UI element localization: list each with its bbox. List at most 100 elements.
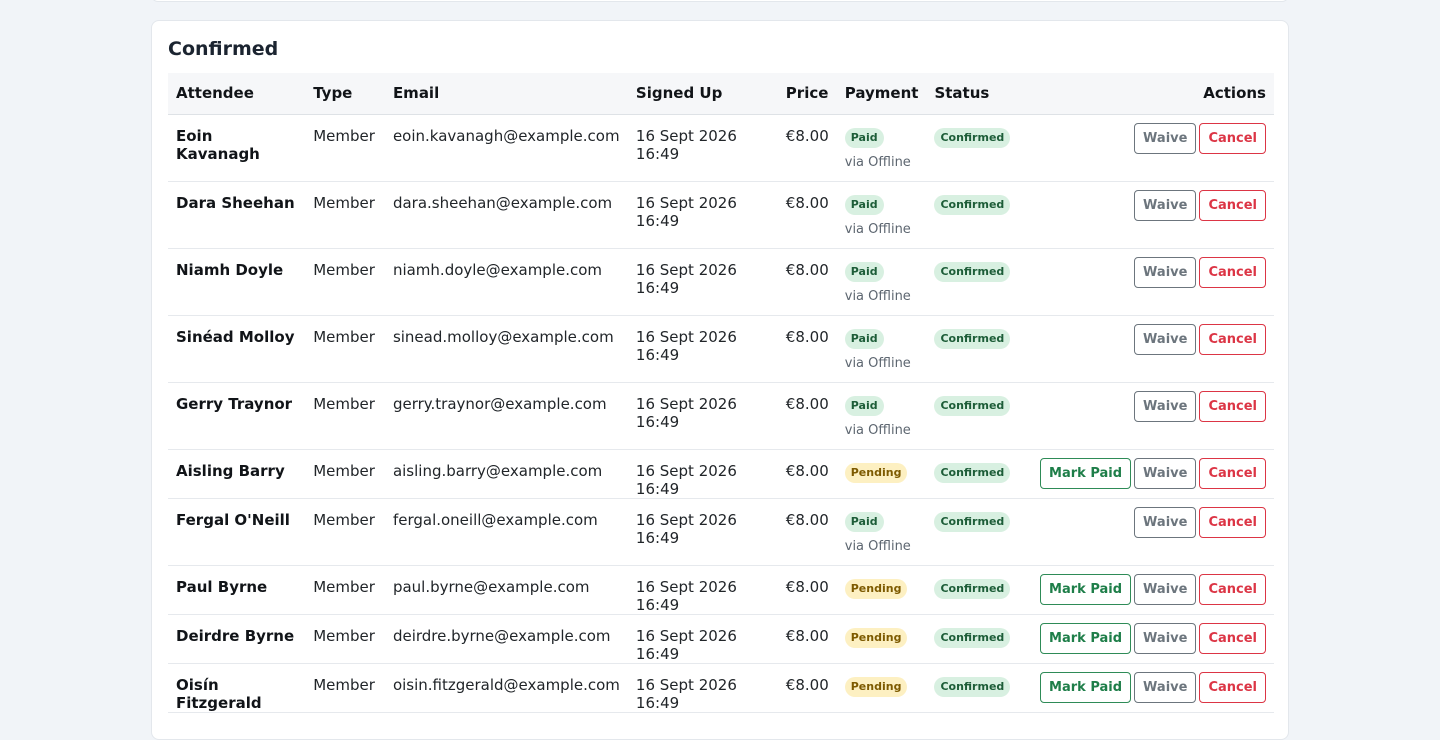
actions-cell: Waive Cancel xyxy=(1029,382,1274,450)
attendee-email: aisling.barry@example.com xyxy=(384,449,628,499)
cancel-button[interactable]: Cancel xyxy=(1199,457,1266,489)
waive-button[interactable]: Waive xyxy=(1134,457,1197,489)
price: €8.00 xyxy=(777,114,837,182)
payment-badge: Pending xyxy=(844,578,908,599)
payment-cell: Pending xyxy=(836,614,927,664)
cancel-button[interactable]: Cancel xyxy=(1199,506,1266,538)
payment-cell: Pending xyxy=(836,663,927,713)
attendee-name: Sinéad Molloy xyxy=(168,315,306,383)
table-row: Oisín Fitzgerald Member oisin.fitzgerald@e… xyxy=(168,663,1274,713)
status-badge: Confirmed xyxy=(934,261,1011,282)
payment-method: via Offline xyxy=(844,154,911,170)
status-badge: Confirmed xyxy=(934,328,1011,349)
signed-up-date: 16 Sept 2026 16:49 xyxy=(627,248,778,316)
status-cell: Confirmed xyxy=(926,663,1030,713)
actions-cell: Mark Paid Waive Cancel xyxy=(1029,663,1274,713)
cancel-button[interactable]: Cancel xyxy=(1199,671,1266,703)
waive-button[interactable]: Waive xyxy=(1134,189,1197,221)
cancel-button[interactable]: Cancel xyxy=(1199,189,1266,221)
table-row: Gerry Traynor Member gerry.traynor@example… xyxy=(168,382,1274,450)
cancel-button[interactable]: Cancel xyxy=(1199,622,1266,654)
payment-cell: Paid via Offline xyxy=(836,114,927,182)
cancel-button[interactable]: Cancel xyxy=(1199,122,1266,154)
status-badge: Confirmed xyxy=(934,627,1011,648)
payment-badge: Paid xyxy=(844,511,884,532)
waive-button[interactable]: Waive xyxy=(1134,573,1197,605)
waive-button[interactable]: Waive xyxy=(1134,671,1197,703)
status-cell: Confirmed xyxy=(926,382,1030,450)
attendee-type: Member xyxy=(305,382,385,450)
waive-button[interactable]: Waive xyxy=(1134,323,1197,355)
status-cell: Confirmed xyxy=(926,565,1030,615)
status-badge: Confirmed xyxy=(934,194,1011,215)
cancel-button[interactable]: Cancel xyxy=(1199,390,1266,422)
attendee-name: Niamh Doyle xyxy=(168,248,306,316)
payment-cell: Paid via Offline xyxy=(836,248,927,316)
waive-button[interactable]: Waive xyxy=(1134,390,1197,422)
table-row: Aisling Barry Member aisling.barry@example… xyxy=(168,449,1274,499)
header-type: Type xyxy=(305,73,385,115)
attendee-type: Member xyxy=(305,498,385,566)
signed-up-date: 16 Sept 2026 16:49 xyxy=(627,663,778,713)
status-badge: Confirmed xyxy=(934,676,1011,697)
attendee-email: fergal.oneill@example.com xyxy=(384,498,628,566)
table-header-row: Attendee Type Email Signed Up Price Paym… xyxy=(168,73,1274,115)
waive-button[interactable]: Waive xyxy=(1134,256,1197,288)
table-row: Sinéad Molloy Member sinead.molloy@example… xyxy=(168,315,1274,383)
actions-cell: Mark Paid Waive Cancel xyxy=(1029,614,1274,664)
mark-paid-button[interactable]: Mark Paid xyxy=(1040,622,1132,654)
price: €8.00 xyxy=(777,565,837,615)
attendee-email: paul.byrne@example.com xyxy=(384,565,628,615)
mark-paid-button[interactable]: Mark Paid xyxy=(1040,573,1132,605)
payment-cell: Pending xyxy=(836,565,927,615)
attendee-type: Member xyxy=(305,114,385,182)
attendee-email: niamh.doyle@example.com xyxy=(384,248,628,316)
actions-cell: Waive Cancel xyxy=(1029,315,1274,383)
attendee-type: Member xyxy=(305,565,385,615)
payment-badge: Paid xyxy=(844,261,884,282)
mark-paid-button[interactable]: Mark Paid xyxy=(1040,457,1132,489)
payment-cell: Paid via Offline xyxy=(836,498,927,566)
payment-method: via Offline xyxy=(844,221,911,237)
mark-paid-button[interactable]: Mark Paid xyxy=(1040,671,1132,703)
status-badge: Confirmed xyxy=(934,127,1011,148)
attendee-email: deirdre.byrne@example.com xyxy=(384,614,628,664)
waive-button[interactable]: Waive xyxy=(1134,622,1197,654)
cancel-button[interactable]: Cancel xyxy=(1199,573,1266,605)
actions-cell: Waive Cancel xyxy=(1029,498,1274,566)
price: €8.00 xyxy=(777,614,837,664)
payment-method: via Offline xyxy=(844,422,911,438)
payment-method: via Offline xyxy=(844,538,911,554)
cancel-button[interactable]: Cancel xyxy=(1199,256,1266,288)
waive-button[interactable]: Waive xyxy=(1134,122,1197,154)
header-actions: Actions xyxy=(1029,73,1274,115)
payment-badge: Pending xyxy=(844,462,908,483)
cancel-button[interactable]: Cancel xyxy=(1199,323,1266,355)
payment-badge: Paid xyxy=(844,328,884,349)
status-badge: Confirmed xyxy=(934,462,1011,483)
signed-up-date: 16 Sept 2026 16:49 xyxy=(627,498,778,566)
price: €8.00 xyxy=(777,663,837,713)
signed-up-date: 16 Sept 2026 16:49 xyxy=(627,449,778,499)
status-cell: Confirmed xyxy=(926,248,1030,316)
attendee-type: Member xyxy=(305,449,385,499)
header-email: Email xyxy=(384,73,628,115)
waive-button[interactable]: Waive xyxy=(1134,506,1197,538)
header-status: Status xyxy=(926,73,1030,115)
actions-cell: Waive Cancel xyxy=(1029,181,1274,249)
payment-cell: Paid via Offline xyxy=(836,382,927,450)
attendee-email: dara.sheehan@example.com xyxy=(384,181,628,249)
payment-method: via Offline xyxy=(844,355,911,371)
signed-up-date: 16 Sept 2026 16:49 xyxy=(627,181,778,249)
payment-badge: Paid xyxy=(844,194,884,215)
actions-cell: Waive Cancel xyxy=(1029,248,1274,316)
actions-cell: Mark Paid Waive Cancel xyxy=(1029,449,1274,499)
table-row: Deirdre Byrne Member deirdre.byrne@example… xyxy=(168,614,1274,664)
table-row: Dara Sheehan Member dara.sheehan@example.c… xyxy=(168,181,1274,249)
status-cell: Confirmed xyxy=(926,181,1030,249)
status-cell: Confirmed xyxy=(926,449,1030,499)
section-title: Confirmed xyxy=(168,38,279,60)
price: €8.00 xyxy=(777,315,837,383)
signed-up-date: 16 Sept 2026 16:49 xyxy=(627,315,778,383)
attendee-name: Deirdre Byrne xyxy=(168,614,306,664)
